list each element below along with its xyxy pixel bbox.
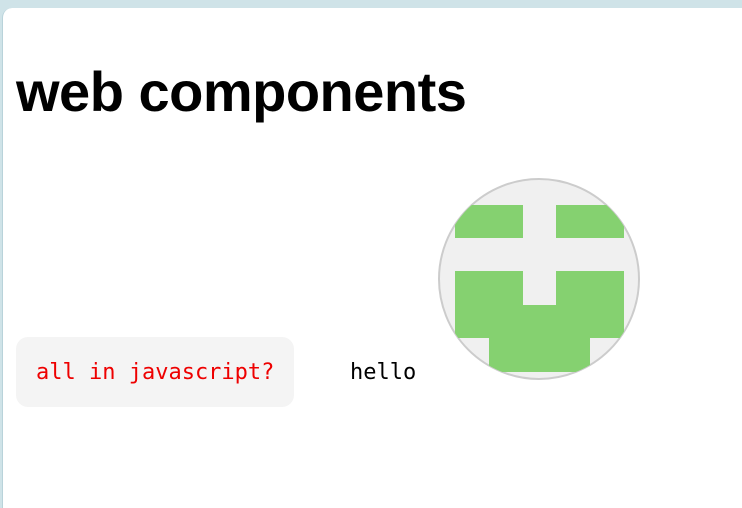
hello-text: hello <box>350 360 417 385</box>
window-top-edge <box>303 8 742 11</box>
code-chip: all in javascript? <box>16 337 295 407</box>
identicon-avatar-icon <box>438 178 640 380</box>
code-chip-text: all in javascript? <box>36 359 275 385</box>
page-title: web components <box>16 60 467 123</box>
